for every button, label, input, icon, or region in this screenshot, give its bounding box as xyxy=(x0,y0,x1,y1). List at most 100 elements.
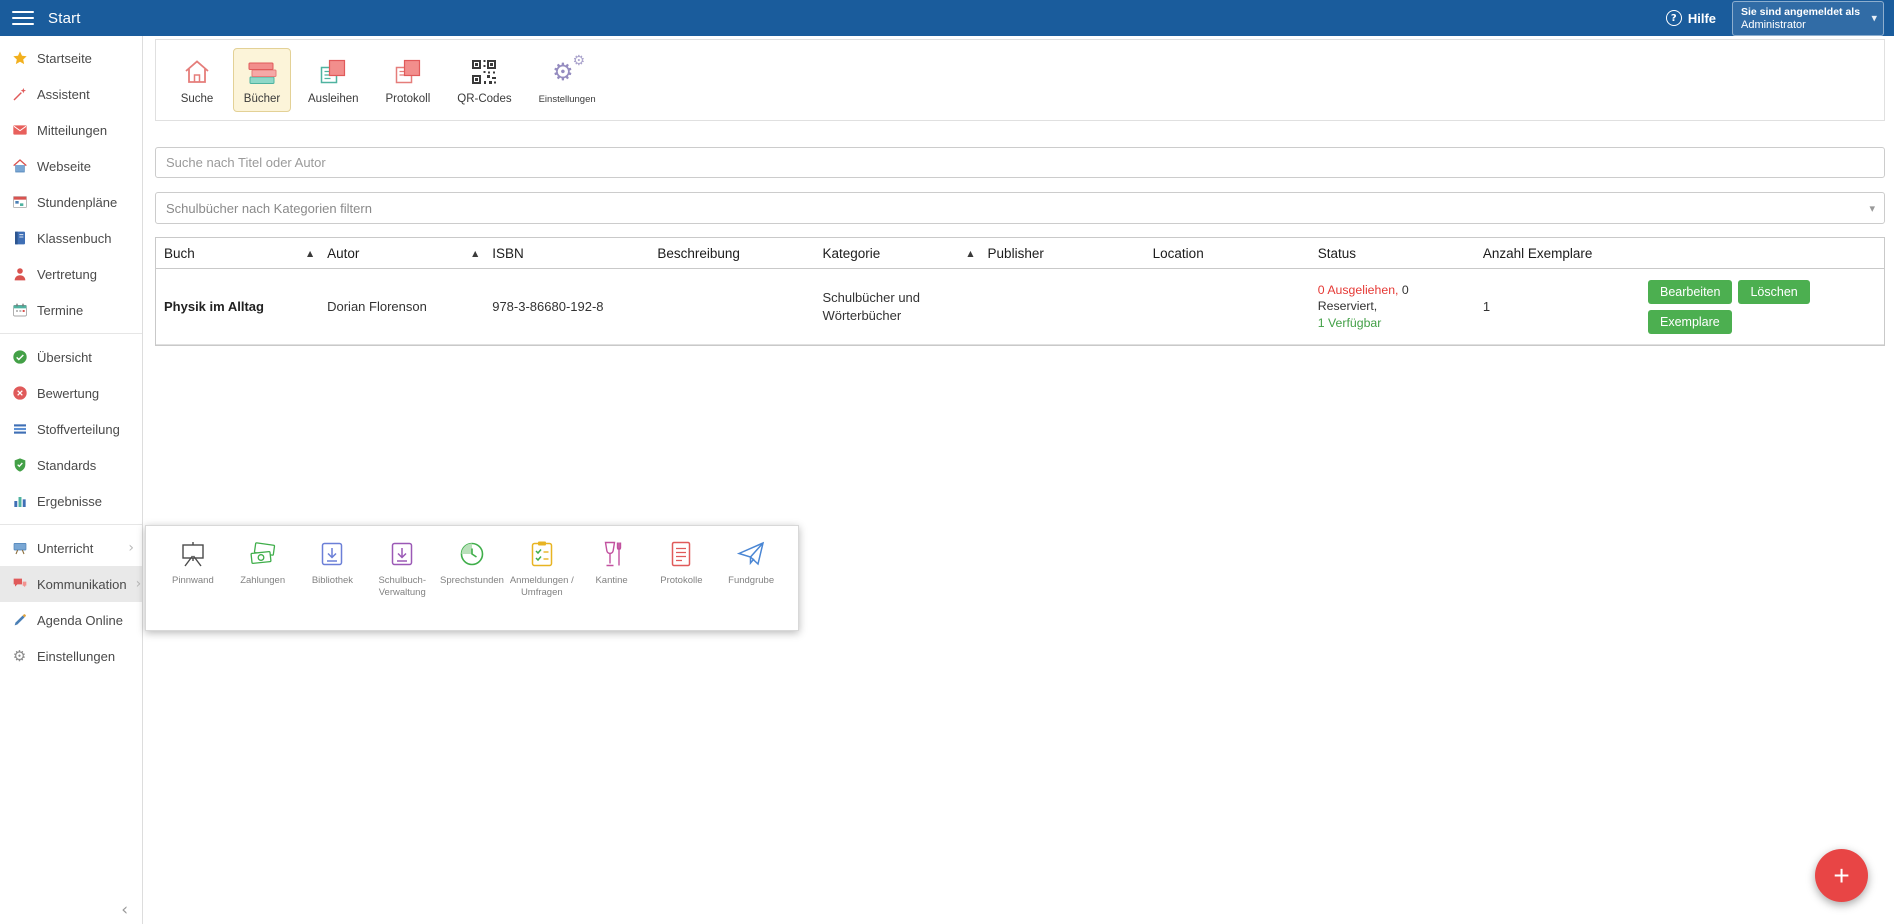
book-stack-icon xyxy=(246,54,278,90)
sidebar-item-stundenplaene[interactable]: Stundenpläne xyxy=(0,184,142,220)
cell-buch: Physik im Alltag xyxy=(164,298,264,314)
column-header-autor[interactable]: Autor ▲ xyxy=(321,246,486,261)
book-icon xyxy=(11,230,28,247)
tab-suche[interactable]: Suche xyxy=(168,48,226,112)
column-header-isbn[interactable]: ISBN xyxy=(486,246,651,261)
sidebar-item-bewertung[interactable]: Bewertung xyxy=(0,375,142,411)
tab-buecher[interactable]: Bücher xyxy=(233,48,291,112)
sidebar-item-label: Bewertung xyxy=(37,385,100,401)
sidebar-item-label: Vertretung xyxy=(37,266,97,282)
sidebar-item-unterricht[interactable]: Unterricht › xyxy=(0,530,142,566)
books-table: Buch ▲ Autor ▲ ISBN Beschreibung Kategor… xyxy=(155,237,1885,346)
tab-label: Bücher xyxy=(243,93,281,105)
qr-code-icon xyxy=(469,54,499,90)
popup-item-protokolle[interactable]: Protokolle xyxy=(646,538,716,622)
add-book-fab[interactable]: + xyxy=(1815,849,1868,902)
popup-item-fundgrube[interactable]: Fundgrube xyxy=(716,538,786,622)
gears-icon: ⚙ ⚙ xyxy=(552,52,586,86)
sidebar-item-webseite[interactable]: Webseite xyxy=(0,148,142,184)
module-toolbar: Suche Bücher Ausleihen Protokoll QR-Code xyxy=(155,39,1885,121)
speech-bubbles-icon xyxy=(11,576,28,593)
sidebar-item-mitteilungen[interactable]: Mitteilungen xyxy=(0,112,142,148)
tab-label: Ausleihen xyxy=(308,93,359,105)
sidebar-item-label: Klassenbuch xyxy=(37,230,112,246)
column-header-buch[interactable]: Buch ▲ xyxy=(156,246,321,261)
sidebar-item-startseite[interactable]: Startseite xyxy=(0,40,142,76)
sidebar-item-klassenbuch[interactable]: Klassenbuch xyxy=(0,220,142,256)
popup-item-pinnwand[interactable]: Pinnwand xyxy=(158,538,228,622)
column-header-kategorie[interactable]: Kategorie ▲ xyxy=(816,246,981,261)
sidebar: Startseite Assistent Mitteilungen Websei… xyxy=(0,36,143,924)
column-header-location[interactable]: Location xyxy=(1147,246,1312,261)
copies-button[interactable]: Exemplare xyxy=(1648,309,1732,334)
sidebar-item-kommunikation[interactable]: Kommunikation › xyxy=(0,566,142,602)
popup-item-sprechstunden[interactable]: Sprechstunden xyxy=(437,538,507,622)
paper-plane-icon xyxy=(736,538,766,570)
sidebar-item-agenda-online[interactable]: Agenda Online xyxy=(0,602,142,638)
chevron-down-icon: ▾ xyxy=(1869,201,1875,215)
user-menu[interactable]: Sie sind angemeldet als Administrator ▾ xyxy=(1732,0,1884,36)
check-circle-icon xyxy=(11,349,28,366)
sidebar-item-standards[interactable]: Standards xyxy=(0,447,142,483)
cell-autor: Dorian Florenson xyxy=(327,298,427,314)
house-icon xyxy=(182,54,212,90)
main-content: Suche Bücher Ausleihen Protokoll QR-Code xyxy=(143,36,1894,924)
sidebar-item-ergebnisse[interactable]: Ergebnisse xyxy=(0,483,142,519)
sidebar-item-vertretung[interactable]: Vertretung xyxy=(0,256,142,292)
popup-item-schulbuch-verwaltung[interactable]: Schulbuch-Verwaltung xyxy=(367,538,437,622)
column-header-beschreibung[interactable]: Beschreibung xyxy=(651,246,816,261)
popup-item-label: Kantine xyxy=(595,575,628,586)
popup-item-bibliothek[interactable]: Bibliothek xyxy=(298,538,368,622)
status-line-2: 1 Verfügbar xyxy=(1318,315,1471,332)
login-user-name: Administrator xyxy=(1741,18,1806,31)
library-download-icon xyxy=(318,538,346,570)
tab-qr-codes[interactable]: QR-Codes xyxy=(447,48,521,112)
sidebar-item-label: Webseite xyxy=(37,158,91,174)
login-status-label: Sie sind angemeldet als xyxy=(1741,5,1861,18)
sidebar-item-termine[interactable]: Termine xyxy=(0,292,142,328)
popup-item-kantine[interactable]: Kantine xyxy=(577,538,647,622)
tab-protokoll[interactable]: Protokoll xyxy=(376,48,441,112)
cell-actions: Bearbeiten Löschen Exemplare xyxy=(1642,274,1884,340)
popup-item-label: Pinnwand xyxy=(172,575,214,586)
sidebar-item-assistent[interactable]: Assistent xyxy=(0,76,142,112)
tab-label: Protokoll xyxy=(385,93,431,105)
menu-icon[interactable] xyxy=(12,10,34,26)
chevron-down-icon: ▾ xyxy=(1871,11,1877,25)
chevron-right-icon: › xyxy=(128,540,134,556)
popup-item-anmeldungen-umfragen[interactable]: Anmeldungen / Umfragen xyxy=(507,538,577,622)
sidebar-collapse-icon[interactable]: ‹ xyxy=(121,900,128,920)
popup-item-zahlungen[interactable]: Zahlungen xyxy=(228,538,298,622)
gear-icon: ⚙ xyxy=(12,646,27,665)
sidebar-item-label: Startseite xyxy=(37,50,92,66)
shield-icon xyxy=(11,457,28,474)
sort-asc-icon: ▲ xyxy=(306,248,314,258)
protocol-cards-icon xyxy=(393,54,423,90)
column-header-status[interactable]: Status xyxy=(1312,246,1477,261)
sidebar-item-stoffverteilung[interactable]: Stoffverteilung xyxy=(0,411,142,447)
help-label: Hilfe xyxy=(1687,10,1716,26)
help-button[interactable]: ? Hilfe xyxy=(1665,10,1716,26)
person-icon xyxy=(11,266,28,283)
tab-ausleihen[interactable]: Ausleihen xyxy=(298,48,369,112)
sidebar-item-label: Agenda Online xyxy=(37,612,124,628)
sidebar-item-label: Termine xyxy=(37,302,84,318)
clock-icon xyxy=(458,538,486,570)
sidebar-item-uebersicht[interactable]: Übersicht xyxy=(0,339,142,375)
tab-einstellungen[interactable]: ⚙ ⚙ Einstellungen xyxy=(529,49,606,112)
list-lines-icon xyxy=(11,421,28,438)
cell-anzahl-exemplare: 1 xyxy=(1482,298,1491,314)
delete-button[interactable]: Löschen xyxy=(1738,279,1810,304)
search-input[interactable] xyxy=(155,147,1885,178)
column-header-anzahl-exemplare[interactable]: Anzahl Exemplare xyxy=(1477,246,1642,261)
question-icon: ? xyxy=(1665,10,1682,26)
star-icon xyxy=(11,50,28,67)
popup-item-label: Sprechstunden xyxy=(440,575,504,586)
edit-button[interactable]: Bearbeiten xyxy=(1648,279,1733,304)
category-filter[interactable]: Schulbücher nach Kategorien filtern ▾ xyxy=(155,192,1885,224)
popup-item-label: Schulbuch-Verwaltung xyxy=(378,575,426,599)
table-row[interactable]: Physik im Alltag Dorian Florenson 978-3-… xyxy=(156,269,1884,345)
sidebar-item-einstellungen[interactable]: ⚙ Einstellungen xyxy=(0,638,142,674)
column-header-publisher[interactable]: Publisher xyxy=(982,246,1147,261)
schoolbook-download-icon xyxy=(388,538,416,570)
